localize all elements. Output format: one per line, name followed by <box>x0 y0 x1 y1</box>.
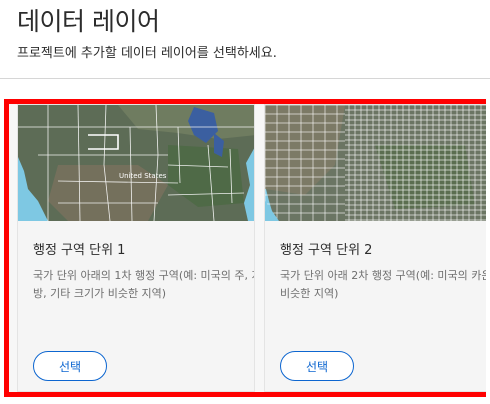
admin-2-map-thumbnail <box>265 105 486 221</box>
select-button-admin-2[interactable]: 선택 <box>280 351 354 381</box>
page-subtitle: 프로젝트에 추가할 데이터 레이어를 선택하세요. <box>17 46 277 61</box>
page-title: 데이터 레이어 <box>17 7 160 36</box>
map-label: United States <box>119 172 167 180</box>
select-button-admin-1[interactable]: 선택 <box>33 351 107 381</box>
header-divider <box>0 78 490 79</box>
card-title: 행정 구역 단위 1 <box>33 243 126 258</box>
card-title: 행정 구역 단위 2 <box>280 243 373 258</box>
card-description: 국가 단위 아래의 1차 행정 구역(예: 미국의 주, 지방, 기타 크기가 … <box>33 269 255 300</box>
card-description: 국가 단위 아래 2차 행정 구역(예: 미국의 카운티 및 기타 크기가 비슷… <box>280 269 486 300</box>
data-layer-card-admin-1[interactable]: United States 행정 구역 단위 1 국가 단위 아래의 1차 행정… <box>17 104 255 392</box>
data-layer-card-admin-2[interactable]: 행정 구역 단위 2 국가 단위 아래 2차 행정 구역(예: 미국의 카운티 … <box>264 104 486 392</box>
admin-1-map-thumbnail: United States <box>18 105 254 221</box>
